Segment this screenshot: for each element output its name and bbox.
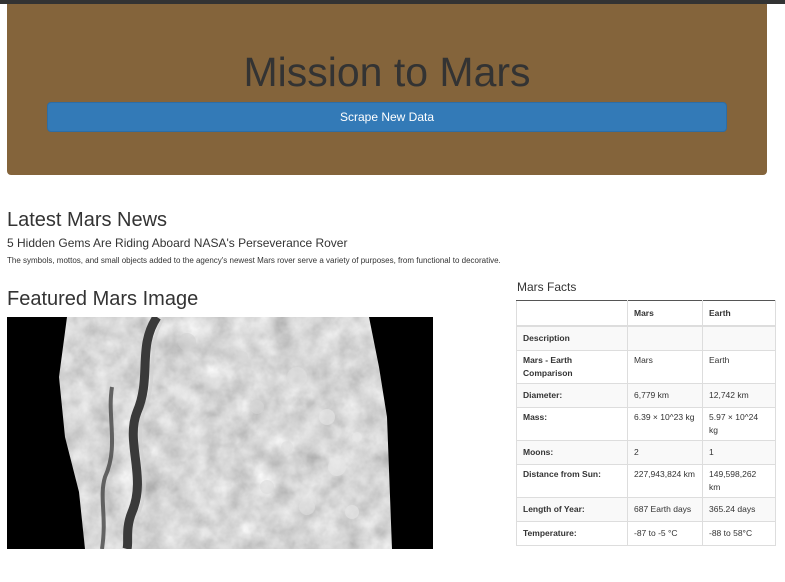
facts-row-label: Length of Year: [516, 496, 628, 522]
news-paragraph: The symbols, mottos, and small objects a… [7, 256, 501, 265]
facts-row-mars: 687 Earth days [627, 496, 703, 522]
scrape-button[interactable]: Scrape New Data [47, 102, 727, 132]
facts-row: Distance from Sun: 227,943,824 km 149,59… [516, 463, 776, 498]
page-title: Mission to Mars [243, 49, 531, 95]
facts-header-earth: Earth [702, 300, 776, 327]
facts-header-mars: Mars [627, 300, 703, 327]
facts-row-mars: 6.39 × 10^23 kg [627, 406, 703, 441]
facts-row: Mars - Earth Comparison Mars Earth [516, 349, 776, 384]
facts-header-row: Mars Earth [516, 300, 776, 327]
facts-header-blank [516, 300, 628, 327]
facts-row-mars: 6,779 km [627, 382, 703, 408]
news-heading: Latest Mars News [7, 209, 168, 231]
facts-row-earth: 12,742 km [702, 382, 776, 408]
news-title: 5 Hidden Gems Are Riding Aboard NASA's P… [7, 236, 348, 250]
facts-row-earth: Earth [702, 349, 776, 384]
header-jumbotron: Mission to Mars Scrape New Data [7, 4, 767, 175]
featured-image-heading: Featured Mars Image [7, 288, 199, 310]
facts-row: Moons: 2 1 [516, 439, 776, 465]
facts-row-label: Distance from Sun: [516, 463, 628, 498]
facts-row-earth: 1 [702, 439, 776, 465]
mars-facts-heading: Mars Facts [517, 280, 577, 294]
facts-row-earth [702, 325, 776, 351]
facts-row-mars: 227,943,824 km [627, 463, 703, 498]
facts-row-label: Description [516, 325, 628, 351]
facts-row-label: Moons: [516, 439, 628, 465]
facts-row-mars: Mars [627, 349, 703, 384]
facts-row-earth: 365.24 days [702, 496, 776, 522]
facts-row: Length of Year: 687 Earth days 365.24 da… [516, 496, 776, 522]
featured-mars-image [7, 317, 433, 549]
facts-row: Description [516, 325, 776, 351]
mars-facts-table: Mars Earth Description Mars - Earth Comp… [516, 300, 776, 546]
facts-row-label: Mass: [516, 406, 628, 441]
facts-row: Mass: 6.39 × 10^23 kg 5.97 × 10^24 kg [516, 406, 776, 441]
facts-row-earth: -88 to 58°C [702, 520, 776, 546]
facts-row: Diameter: 6,779 km 12,742 km [516, 382, 776, 408]
facts-row-mars [627, 325, 703, 351]
facts-row-earth: 149,598,262 km [702, 463, 776, 498]
facts-row-label: Temperature: [516, 520, 628, 546]
facts-row-mars: 2 [627, 439, 703, 465]
facts-row-label: Diameter: [516, 382, 628, 408]
facts-row-earth: 5.97 × 10^24 kg [702, 406, 776, 441]
facts-row-label: Mars - Earth Comparison [516, 349, 628, 384]
facts-row-mars: -87 to -5 °C [627, 520, 703, 546]
facts-row: Temperature: -87 to -5 °C -88 to 58°C [516, 520, 776, 546]
